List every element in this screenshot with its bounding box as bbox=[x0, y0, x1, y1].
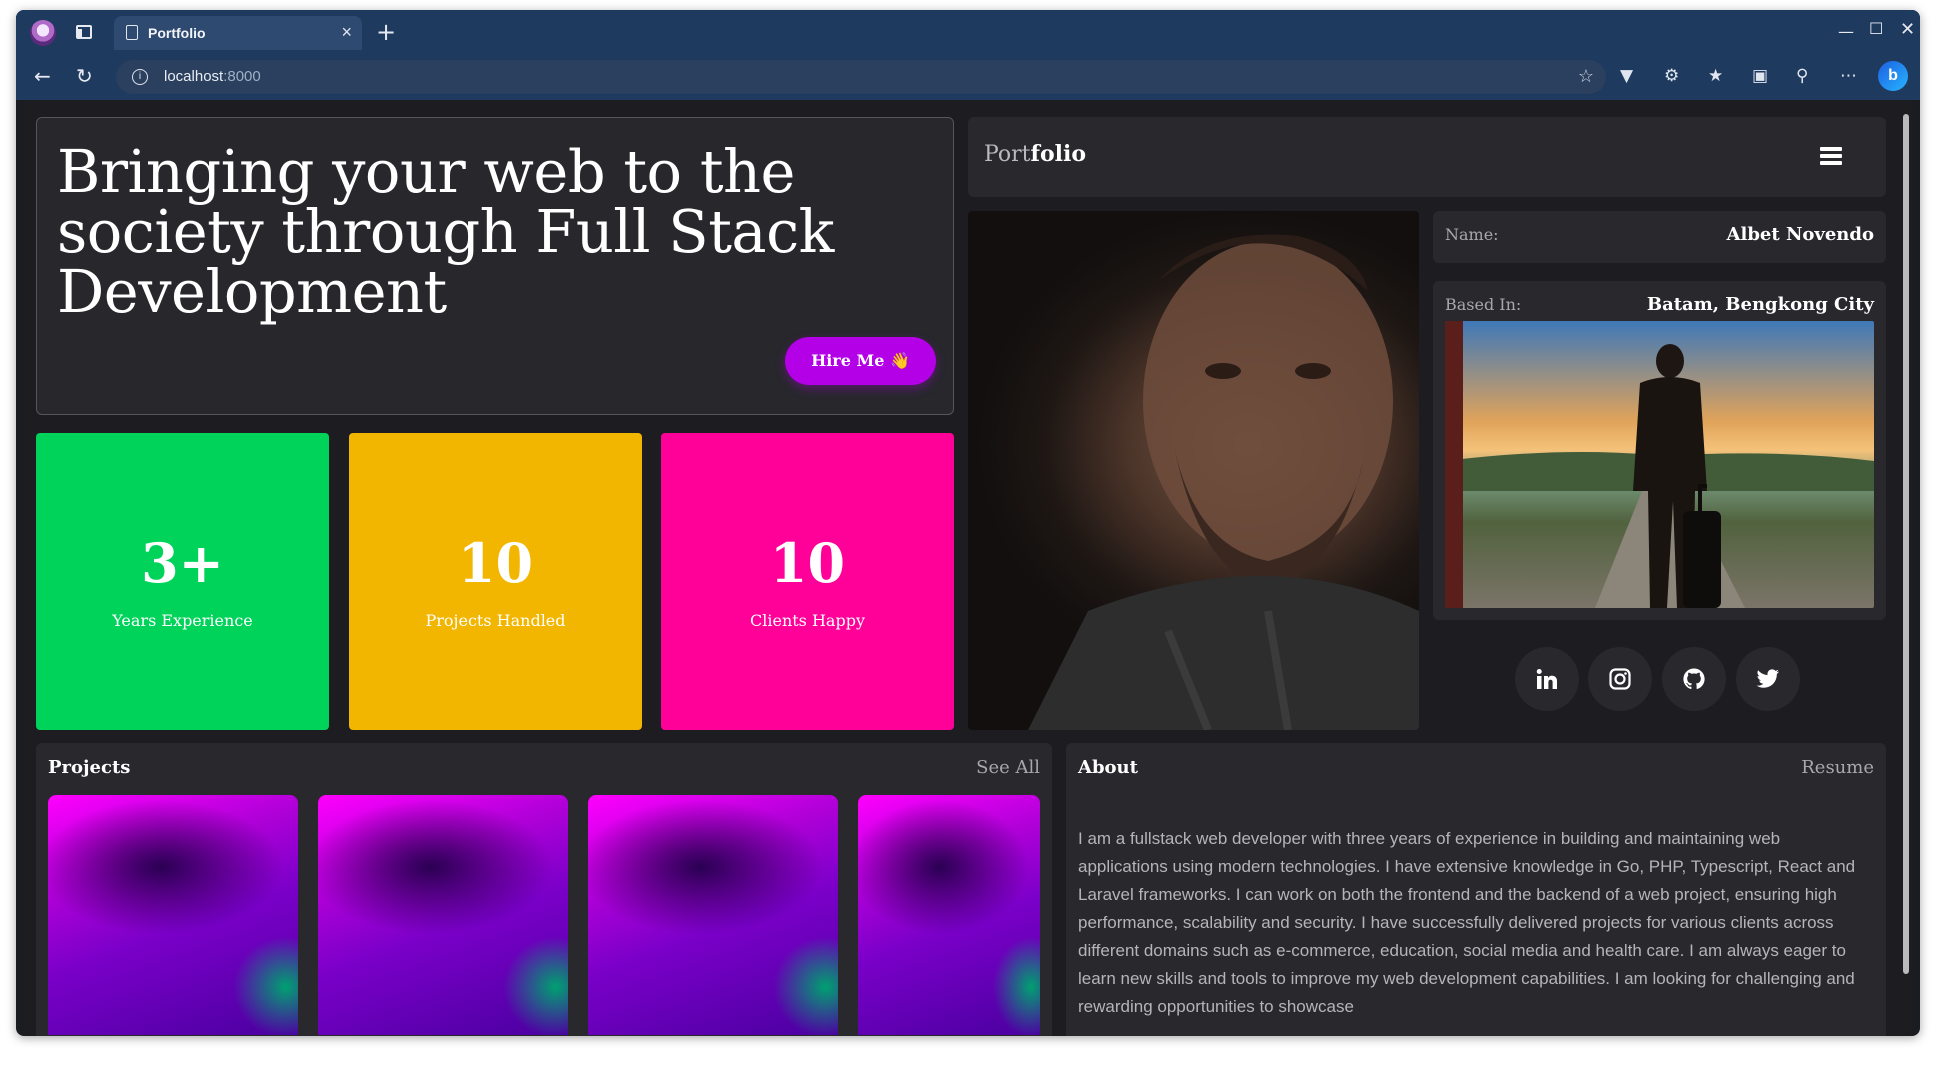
hero-headline: Bringing your web to the society through… bbox=[57, 137, 834, 326]
instagram-button[interactable] bbox=[1588, 647, 1652, 711]
stat-value: 10 bbox=[457, 531, 534, 595]
project-thumbnail[interactable] bbox=[858, 795, 1040, 1035]
logo-bold: folio bbox=[1030, 141, 1087, 167]
see-all-link[interactable]: See All bbox=[976, 757, 1040, 778]
close-tab-icon[interactable]: × bbox=[341, 22, 352, 43]
based-in-label: Based In: bbox=[1445, 295, 1522, 314]
minimize-icon[interactable]: — bbox=[1838, 22, 1854, 41]
name-value: Albet Novendo bbox=[1726, 224, 1874, 245]
tab-portfolio[interactable]: Portfolio × bbox=[114, 16, 362, 50]
url-host: localhost bbox=[164, 68, 224, 85]
project-thumbnail[interactable] bbox=[318, 795, 568, 1035]
close-window-icon[interactable]: ✕ bbox=[1900, 19, 1915, 40]
name-card: Name: Albet Novendo bbox=[1433, 211, 1886, 263]
based-in-value: Batam, Bengkong City bbox=[1646, 294, 1874, 315]
twitter-button[interactable] bbox=[1736, 647, 1800, 711]
stat-label: Clients Happy bbox=[750, 611, 865, 630]
profile-photo bbox=[968, 211, 1419, 730]
url-port: :8000 bbox=[223, 68, 261, 85]
github-button[interactable] bbox=[1662, 647, 1726, 711]
hero-card: Bringing your web to the society through… bbox=[36, 117, 954, 415]
copilot-icon[interactable]: b bbox=[1878, 61, 1908, 91]
name-label: Name: bbox=[1445, 225, 1499, 244]
stat-card-clients: 10 Clients Happy bbox=[661, 433, 954, 730]
collections-icon[interactable]: ▣ bbox=[1752, 66, 1768, 86]
address-bar[interactable]: i localhost:8000 ☆ bbox=[116, 60, 1606, 94]
stat-card-experience: 3+ Years Experience bbox=[36, 433, 329, 730]
page-viewport: Bringing your web to the society through… bbox=[24, 100, 1912, 1036]
location-photo bbox=[1445, 321, 1874, 608]
about-title: About bbox=[1078, 757, 1138, 778]
resume-link[interactable]: Resume bbox=[1801, 757, 1874, 778]
site-logo[interactable]: Portfolio bbox=[984, 141, 1086, 167]
stat-value: 3+ bbox=[141, 531, 224, 595]
hamburger-icon[interactable] bbox=[1820, 147, 1842, 165]
page-icon bbox=[126, 25, 138, 40]
logo-light: Port bbox=[984, 142, 1031, 167]
about-text: I am a fullstack web developer with thre… bbox=[1078, 829, 1856, 1016]
browser-window: Portfolio × + — ☐ ✕ ← ↻ i localhost:8000… bbox=[16, 10, 1920, 1036]
add-favorite-icon[interactable]: ☆ bbox=[1578, 66, 1594, 87]
tab-actions-icon[interactable] bbox=[76, 25, 92, 39]
twitter-icon bbox=[1756, 669, 1779, 688]
back-icon[interactable]: ← bbox=[34, 64, 51, 88]
stat-label: Projects Handled bbox=[425, 611, 566, 630]
refresh-icon[interactable]: ↻ bbox=[76, 64, 93, 88]
new-tab-icon[interactable]: + bbox=[376, 18, 396, 46]
address-bar-row: ← ↻ i localhost:8000 ☆ ▼ ⚙ ★ ▣ ⚲ ⋯ b bbox=[16, 54, 1920, 100]
stat-card-projects: 10 Projects Handled bbox=[349, 433, 642, 730]
github-icon bbox=[1683, 668, 1705, 690]
share-icon[interactable]: ⚲ bbox=[1796, 66, 1808, 86]
hire-me-button[interactable]: Hire Me 👋 bbox=[785, 337, 936, 385]
maximize-icon[interactable]: ☐ bbox=[1869, 19, 1883, 38]
site-navbar: Portfolio bbox=[968, 117, 1886, 197]
project-thumbnail[interactable] bbox=[48, 795, 298, 1035]
project-thumbnail[interactable] bbox=[588, 795, 838, 1035]
extensions-icon[interactable]: ⚙ bbox=[1664, 66, 1679, 86]
extension-v-icon[interactable]: ▼ bbox=[1620, 66, 1633, 86]
instagram-icon bbox=[1609, 668, 1631, 690]
tab-bar: Portfolio × + — ☐ ✕ bbox=[16, 10, 1920, 54]
site-info-icon[interactable]: i bbox=[132, 69, 148, 85]
about-section: About Resume I am a fullstack web develo… bbox=[1066, 743, 1886, 1036]
favorites-icon[interactable]: ★ bbox=[1708, 66, 1723, 86]
projects-section: Projects See All bbox=[36, 743, 1052, 1036]
profile-avatar[interactable] bbox=[30, 20, 56, 46]
tab-title: Portfolio bbox=[148, 25, 206, 41]
location-card: Based In: Batam, Bengkong City bbox=[1433, 281, 1886, 620]
page-scrollbar[interactable] bbox=[1903, 114, 1909, 974]
linkedin-button[interactable] bbox=[1515, 647, 1579, 711]
stat-label: Years Experience bbox=[112, 611, 253, 630]
projects-title: Projects bbox=[48, 757, 131, 778]
stat-value: 10 bbox=[769, 531, 846, 595]
more-options-icon[interactable]: ⋯ bbox=[1840, 66, 1857, 86]
linkedin-icon bbox=[1536, 669, 1557, 689]
